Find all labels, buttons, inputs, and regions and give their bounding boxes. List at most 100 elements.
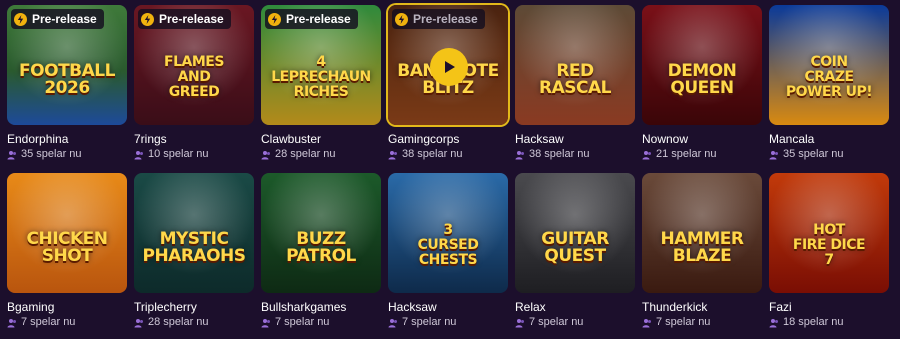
users-icon [134, 150, 144, 160]
game-card[interactable]: 4 LEPRECHAUN RICHES Pre-release Clawbuster… [261, 5, 381, 173]
pre-release-badge: Pre-release [265, 9, 358, 29]
game-thumbnail[interactable]: RED RASCAL [515, 5, 635, 125]
users-icon [642, 318, 652, 328]
pre-release-badge: Pre-release [138, 9, 231, 29]
game-thumbnail[interactable]: 3 CURSED CHESTS [388, 173, 508, 293]
player-count-text: 28 spelar nu [275, 148, 336, 160]
provider-name[interactable]: Thunderkick [642, 300, 762, 314]
game-card[interactable]: FLAMES and GREED Pre-release 7rings 10 spel… [134, 5, 254, 173]
player-count: 18 spelar nu [769, 316, 889, 329]
provider-name[interactable]: Nownow [642, 132, 762, 146]
provider-name[interactable]: Endorphina [7, 132, 127, 146]
player-count: 28 spelar nu [261, 148, 381, 161]
provider-name[interactable]: Fazi [769, 300, 889, 314]
player-count-text: 28 spelar nu [148, 316, 209, 328]
player-count-text: 38 spelar nu [529, 148, 590, 160]
game-artwork-title: 4 LEPRECHAUN RICHES [271, 54, 371, 100]
game-artwork-title: COIN CRAZE POWER UP! [785, 54, 873, 100]
game-thumbnail[interactable]: FLAMES and GREED Pre-release [134, 5, 254, 125]
game-thumbnail[interactable]: BANKNOTE BLITZPre-release [388, 5, 508, 125]
player-count: 38 spelar nu [515, 148, 635, 161]
provider-name[interactable]: 7rings [134, 132, 254, 146]
game-thumbnail[interactable]: COIN CRAZE POWER UP! [769, 5, 889, 125]
users-icon [642, 150, 652, 160]
game-artwork-title: MYSTIC PHARAOHS [142, 229, 246, 266]
game-thumbnail[interactable]: HAMMER BLAZE [642, 173, 762, 293]
game-thumbnail[interactable]: FOOTBALL 2026 Pre-release [7, 5, 127, 125]
game-thumbnail[interactable]: HOT FIRE DICE 7 [769, 173, 889, 293]
provider-name[interactable]: Bgaming [7, 300, 127, 314]
badge-label: Pre-release [32, 12, 97, 26]
users-icon [388, 318, 398, 328]
player-count-text: 18 spelar nu [783, 316, 844, 328]
game-card[interactable]: FOOTBALL 2026 Pre-release Endorphina 35 spe… [7, 5, 127, 173]
game-artwork-title: GUITAR QUEST [541, 229, 609, 266]
player-count: 7 spelar nu [388, 316, 508, 329]
game-artwork-title: CHICKEN SHOT [26, 229, 108, 266]
game-artwork-title: DEMON QUEEN [667, 61, 737, 98]
game-artwork-title: FLAMES and GREED [164, 54, 224, 100]
player-count: 10 spelar nu [134, 148, 254, 161]
provider-name[interactable]: Clawbuster [261, 132, 381, 146]
game-card[interactable]: CHICKEN SHOT Bgaming 7 spelar nu [7, 173, 127, 339]
provider-name[interactable]: Mancala [769, 132, 889, 146]
lightning-bolt-icon [395, 12, 408, 26]
player-count: 38 spelar nu [388, 148, 508, 161]
game-artwork-title: HOT FIRE DICE 7 [792, 222, 866, 268]
player-count: 7 spelar nu [642, 316, 762, 329]
users-icon [7, 318, 17, 328]
player-count-text: 10 spelar nu [148, 148, 209, 160]
users-icon [515, 150, 525, 160]
player-count-text: 38 spelar nu [402, 148, 463, 160]
game-thumbnail[interactable]: CHICKEN SHOT [7, 173, 127, 293]
game-thumbnail[interactable]: 4 LEPRECHAUN RICHES Pre-release [261, 5, 381, 125]
game-card[interactable]: DEMON QUEEN Nownow 21 spelar nu [642, 5, 762, 173]
pre-release-badge: Pre-release [11, 9, 104, 29]
lightning-bolt-icon [141, 12, 154, 26]
player-count: 21 spelar nu [642, 148, 762, 161]
player-count-text: 7 spelar nu [529, 316, 584, 328]
provider-name[interactable]: Hacksaw [388, 300, 508, 314]
game-card[interactable]: GUITAR QUEST Relax 7 spelar nu [515, 173, 635, 339]
lightning-bolt-icon [14, 12, 27, 26]
users-icon [7, 150, 17, 160]
provider-name[interactable]: Gamingcorps [388, 132, 508, 146]
game-card[interactable]: HOT FIRE DICE 7 Fazi 18 spelar nu [769, 173, 889, 339]
player-count: 35 spelar nu [769, 148, 889, 161]
game-card[interactable]: BUZZ PATROL Bullsharkgames 7 spelar nu [261, 173, 381, 339]
player-count-text: 7 spelar nu [21, 316, 76, 328]
game-thumbnail[interactable]: MYSTIC PHARAOHS [134, 173, 254, 293]
game-card[interactable]: MYSTIC PHARAOHS Triplecherry 28 spelar nu [134, 173, 254, 339]
game-card[interactable]: COIN CRAZE POWER UP! Mancala 35 spelar nu [769, 5, 889, 173]
badge-label: Pre-release [413, 12, 478, 26]
game-card[interactable]: RED RASCAL Hacksaw 38 spelar nu [515, 5, 635, 173]
game-artwork-title: FOOTBALL 2026 [19, 61, 115, 98]
users-icon [769, 318, 779, 328]
player-count-text: 7 spelar nu [656, 316, 711, 328]
player-count: 35 spelar nu [7, 148, 127, 161]
users-icon [515, 318, 525, 328]
pre-release-badge: Pre-release [392, 9, 485, 29]
game-artwork-title: HAMMER BLAZE [660, 229, 744, 266]
users-icon [261, 150, 271, 160]
provider-name[interactable]: Triplecherry [134, 300, 254, 314]
player-count-text: 21 spelar nu [656, 148, 717, 160]
player-count: 7 spelar nu [261, 316, 381, 329]
game-card[interactable]: HAMMER BLAZE Thunderkick 7 spelar nu [642, 173, 762, 339]
game-card[interactable]: BANKNOTE BLITZPre-release Gamingcorps 38 s… [388, 5, 508, 173]
game-thumbnail[interactable]: BUZZ PATROL [261, 173, 381, 293]
game-artwork-title: 3 CURSED CHESTS [417, 222, 479, 268]
game-artwork-title: RED RASCAL [539, 61, 611, 98]
game-thumbnail[interactable]: GUITAR QUEST [515, 173, 635, 293]
game-card[interactable]: 3 CURSED CHESTS Hacksaw 7 spelar nu [388, 173, 508, 339]
player-count-text: 7 spelar nu [275, 316, 330, 328]
game-thumbnail[interactable]: DEMON QUEEN [642, 5, 762, 125]
users-icon [134, 318, 144, 328]
provider-name[interactable]: Relax [515, 300, 635, 314]
lightning-bolt-icon [268, 12, 281, 26]
provider-name[interactable]: Hacksaw [515, 132, 635, 146]
play-icon[interactable] [430, 48, 468, 86]
provider-name[interactable]: Bullsharkgames [261, 300, 381, 314]
player-count: 7 spelar nu [515, 316, 635, 329]
game-artwork-title: BUZZ PATROL [286, 229, 356, 266]
